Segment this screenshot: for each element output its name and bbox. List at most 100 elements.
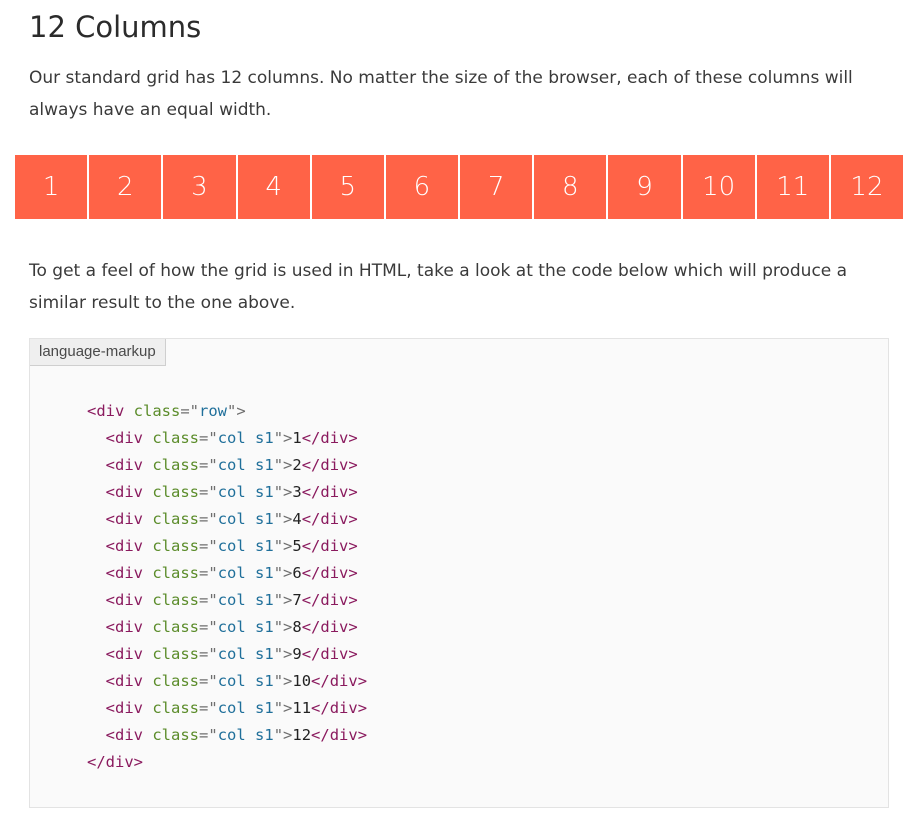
code-token-value: col s1: [217, 699, 274, 717]
code-token-indent: [87, 645, 106, 663]
code-token-end: </div>: [301, 429, 358, 447]
code-token-open: <div: [105, 456, 143, 474]
code-token-indent: [87, 456, 106, 474]
code-line: <div class="col s1">9</div>: [87, 641, 367, 668]
code-token-attr: class: [152, 510, 200, 528]
code-token-content: 4: [292, 510, 302, 528]
code-token-indent: [87, 510, 106, 528]
code-token-value: col s1: [217, 510, 274, 528]
grid-column: 1: [15, 155, 90, 219]
code-token-end: </div>: [301, 564, 358, 582]
page-title: 12 Columns: [29, 10, 202, 44]
code-token-open: <div: [105, 618, 143, 636]
code-line: <div class="row">: [87, 398, 367, 425]
code-token-end: </div>: [311, 726, 368, 744]
code-token-eq: =": [199, 456, 218, 474]
code-token-close: ">: [227, 402, 246, 420]
code-token-value: col s1: [217, 726, 274, 744]
code-token-content: 3: [292, 483, 302, 501]
code-token-end: </div>: [311, 672, 368, 690]
code-token-close: ">: [273, 699, 293, 717]
code-token-close: ">: [273, 483, 293, 501]
code-line: <div class="col s1">3</div>: [87, 479, 367, 506]
code-token-value: row: [199, 402, 228, 420]
code-token-value: col s1: [217, 456, 274, 474]
code-token-attr: class: [152, 456, 200, 474]
grid-column: 2: [89, 155, 164, 219]
code-token-eq: =": [199, 483, 218, 501]
code-token-attr: class: [152, 618, 200, 636]
code-token-content: 10: [292, 672, 312, 690]
code-token-eq: =": [199, 591, 218, 609]
code-token-eq: =": [180, 402, 200, 420]
intro-paragraph: Our standard grid has 12 columns. No mat…: [29, 68, 853, 120]
code-token-indent: [87, 699, 106, 717]
code-token-close: ">: [273, 564, 293, 582]
code-token-open: <div: [87, 402, 125, 420]
grid-column: 6: [385, 155, 461, 219]
grid-column: 7: [460, 155, 535, 219]
code-token-value: col s1: [217, 537, 274, 555]
code-token-open: </div>: [87, 753, 143, 771]
code-token-indent: [87, 618, 106, 636]
grid-column: 9: [608, 155, 683, 219]
code-token-end: </div>: [311, 699, 368, 717]
code-token-end: </div>: [301, 645, 358, 663]
code-token-open: <div: [105, 726, 143, 744]
code-token-value: col s1: [217, 483, 274, 501]
code-token-content: 11: [292, 699, 312, 717]
code-token-eq: =": [199, 564, 218, 582]
code-token-open: <div: [105, 537, 143, 555]
code-token-attr: class: [152, 591, 200, 609]
code-token-eq: =": [199, 699, 218, 717]
code-token-attr: class: [152, 645, 200, 663]
code-token-close: ">: [273, 618, 293, 636]
code-token-open: <div: [105, 510, 143, 528]
code-language-label: language-markup: [30, 339, 166, 366]
code-token-content: 5: [292, 537, 302, 555]
code-token-value: col s1: [217, 564, 274, 582]
code-token-end: </div>: [301, 618, 358, 636]
code-line: <div class="col s1">11</div>: [87, 695, 367, 722]
code-block: language-markup <div class="row"> <div c…: [29, 338, 889, 808]
code-token-attr: class: [152, 699, 200, 717]
code-token-indent: [87, 726, 106, 744]
code-token-end: </div>: [301, 483, 358, 501]
code-token-close: ">: [273, 537, 293, 555]
code-token-value: col s1: [217, 645, 274, 663]
code-token-end: </div>: [301, 510, 358, 528]
code-token-close: ">: [273, 726, 293, 744]
code-line: <div class="col s1">6</div>: [87, 560, 367, 587]
code-token-eq: =": [199, 429, 218, 447]
code-line: <div class="col s1">1</div>: [87, 425, 367, 452]
code-token-content: 6: [292, 564, 302, 582]
code-line: <div class="col s1">5</div>: [87, 533, 367, 560]
code-token-attr: class: [152, 429, 200, 447]
code-line: <div class="col s1">8</div>: [87, 614, 367, 641]
code-token-eq: =": [199, 672, 218, 690]
code-line: <div class="col s1">2</div>: [87, 452, 367, 479]
code-token-indent: [87, 429, 106, 447]
code-token-end: </div>: [301, 591, 358, 609]
page: 12 Columns Our standard grid has 12 colu…: [0, 0, 917, 827]
grid-column: 10: [682, 155, 757, 219]
code-content: <div class="row"> <div class="col s1">1<…: [87, 398, 367, 776]
code-token-close: ">: [273, 645, 293, 663]
code-token-attr: class: [133, 402, 181, 420]
code-token-attr: class: [152, 483, 200, 501]
code-token-open: <div: [105, 564, 143, 582]
grid-column: 5: [311, 155, 386, 219]
code-token-attr: class: [152, 537, 200, 555]
code-token-content: 8: [292, 618, 302, 636]
code-line: <div class="col s1">4</div>: [87, 506, 367, 533]
code-line: <div class="col s1">10</div>: [87, 668, 367, 695]
